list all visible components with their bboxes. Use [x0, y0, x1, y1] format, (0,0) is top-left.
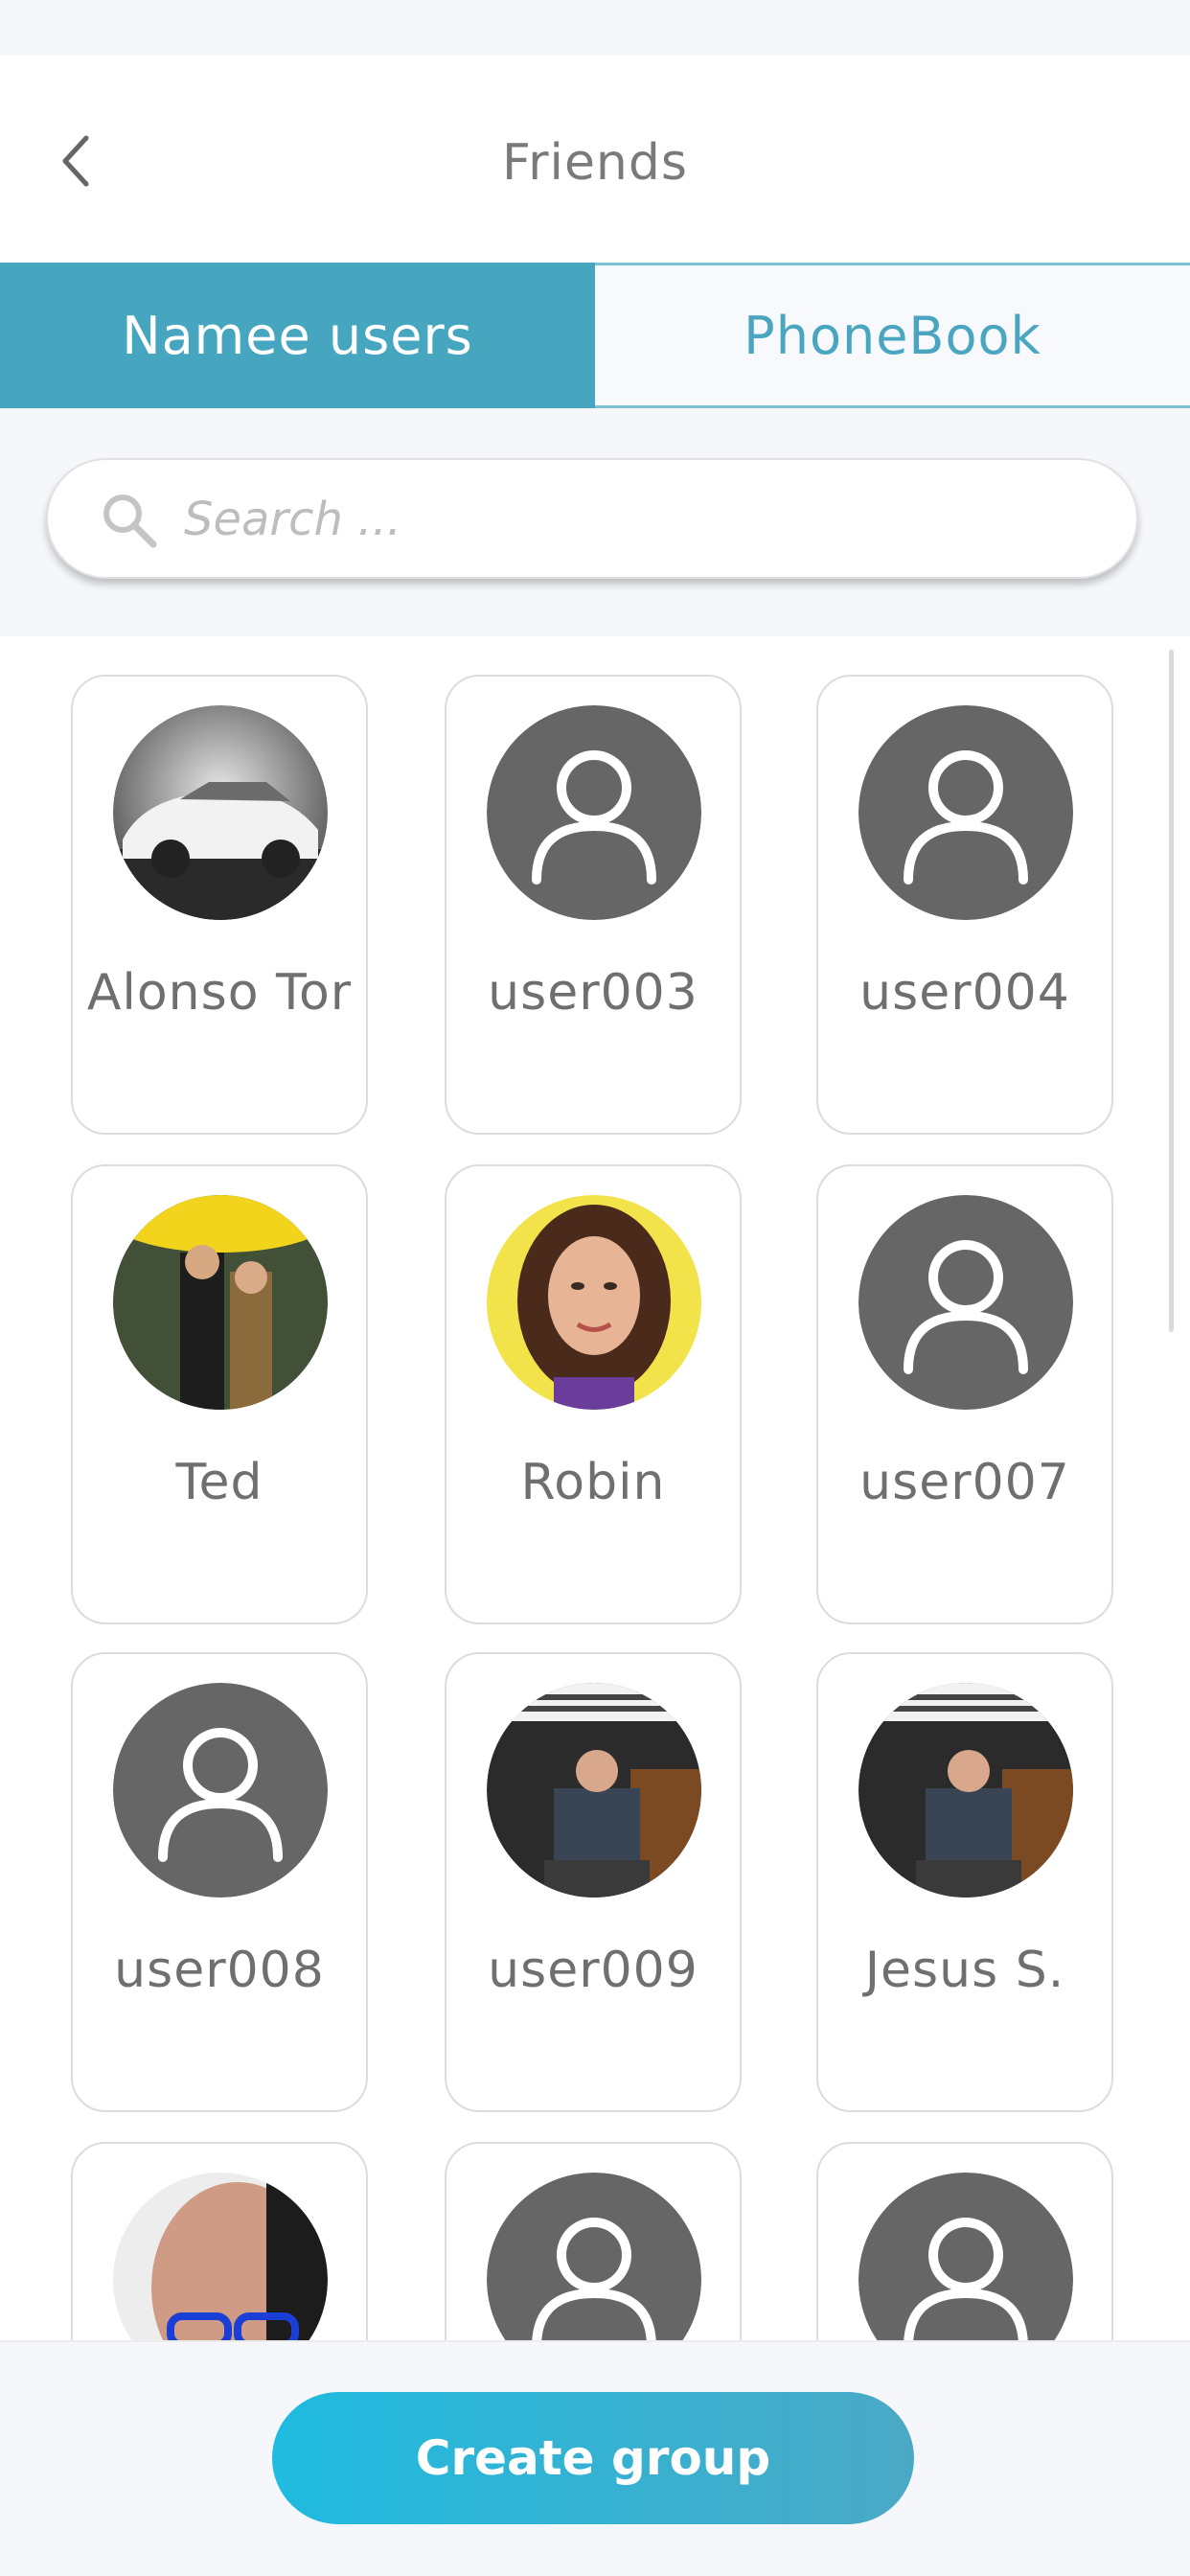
- avatar: [487, 1195, 701, 1410]
- default-user-icon: [858, 705, 1073, 920]
- tab-phonebook[interactable]: PhoneBook: [595, 263, 1190, 408]
- friend-card[interactable]: user008: [71, 1652, 368, 2112]
- search-section: [0, 408, 1190, 636]
- default-user-icon: [113, 1683, 328, 1898]
- friend-card[interactable]: [71, 2142, 368, 2340]
- friend-card[interactable]: Robin: [445, 1164, 742, 1624]
- tab-bar: Namee users PhoneBook: [0, 263, 1190, 408]
- friend-card[interactable]: user003: [445, 675, 742, 1135]
- search-bar[interactable]: [46, 458, 1138, 579]
- default-user-icon: [858, 1195, 1073, 1410]
- friend-card[interactable]: [816, 2142, 1113, 2340]
- page-title: Friends: [501, 134, 688, 192]
- friend-card[interactable]: user004: [816, 675, 1113, 1135]
- avatar: [487, 1683, 701, 1898]
- tab-namee-users[interactable]: Namee users: [0, 263, 595, 408]
- friend-name: Robin: [520, 1454, 666, 1511]
- create-group-button[interactable]: Create group: [272, 2392, 914, 2524]
- friend-card[interactable]: Ted: [71, 1164, 368, 1624]
- friend-name: Jesus S.: [864, 1942, 1065, 1999]
- friends-grid-container[interactable]: Alonso Tor user003 user004 Ted Robin use…: [0, 636, 1190, 2340]
- friend-name: Ted: [175, 1454, 263, 1511]
- default-user-icon: [487, 2173, 701, 2340]
- search-input[interactable]: [182, 460, 1106, 579]
- avatar: [113, 2173, 328, 2340]
- bottom-bar: Create group: [0, 2340, 1190, 2576]
- friend-card[interactable]: Jesus S.: [816, 1652, 1113, 2112]
- status-bar: [0, 0, 1190, 56]
- avatar: [113, 1195, 328, 1410]
- friend-card[interactable]: user009: [445, 1652, 742, 2112]
- header: Friends: [0, 56, 1190, 263]
- friend-card[interactable]: user007: [816, 1164, 1113, 1624]
- friend-name: user009: [488, 1942, 698, 1999]
- friend-card[interactable]: [445, 2142, 742, 2340]
- default-user-icon: [487, 705, 701, 920]
- default-user-icon: [858, 2173, 1073, 2340]
- friend-name: user007: [859, 1454, 1070, 1511]
- friend-name: user008: [114, 1942, 325, 1999]
- scrollbar[interactable]: [1169, 650, 1174, 1332]
- friend-name: Alonso Tor: [86, 964, 353, 1022]
- friend-name: user004: [859, 964, 1070, 1022]
- avatar: [113, 705, 328, 920]
- friend-card[interactable]: Alonso Tor: [71, 675, 368, 1135]
- friend-name: user003: [488, 964, 698, 1022]
- search-icon: [103, 494, 157, 548]
- avatar: [858, 1683, 1073, 1898]
